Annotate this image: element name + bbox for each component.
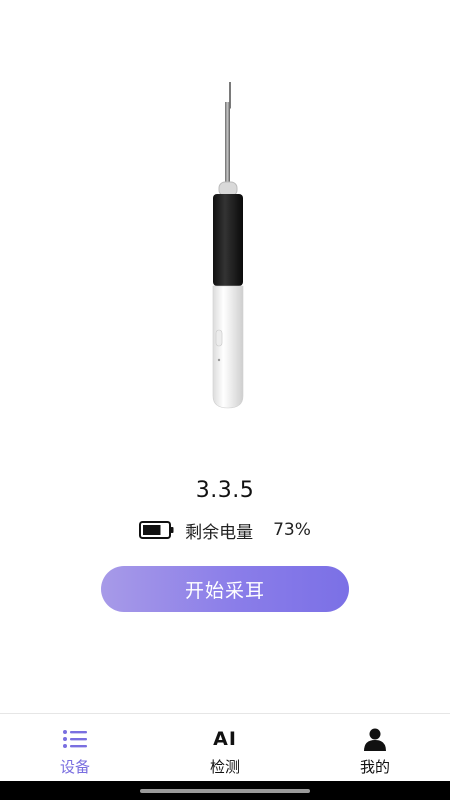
tab-profile[interactable]: 我的 [300, 714, 450, 782]
tab-device-label: 设备 [59, 758, 90, 776]
bottom-tab-bar: 设备 AI 检测 我的 [0, 713, 450, 782]
tab-detect[interactable]: AI 检测 [150, 714, 300, 782]
battery-label: 剩余电量 [185, 522, 254, 543]
ear-camera-device-image [190, 78, 260, 414]
person-icon [363, 726, 387, 752]
battery-percent: 73% [273, 520, 311, 540]
battery-icon [139, 521, 174, 539]
tab-device[interactable]: 设备 [0, 714, 150, 782]
ai-icon-text: AI [213, 728, 237, 750]
battery-status: 剩余电量 73% [0, 516, 450, 544]
firmware-version: 3.3.5 [195, 478, 255, 503]
start-ear-cleaning-button[interactable]: 开始采耳 [101, 566, 349, 612]
home-indicator[interactable] [140, 789, 310, 793]
tab-detect-label: 检测 [209, 758, 240, 776]
tab-profile-label: 我的 [359, 758, 390, 776]
system-navigation-bar [0, 781, 450, 800]
list-icon [62, 726, 88, 752]
ai-text-icon: AI [213, 726, 237, 752]
